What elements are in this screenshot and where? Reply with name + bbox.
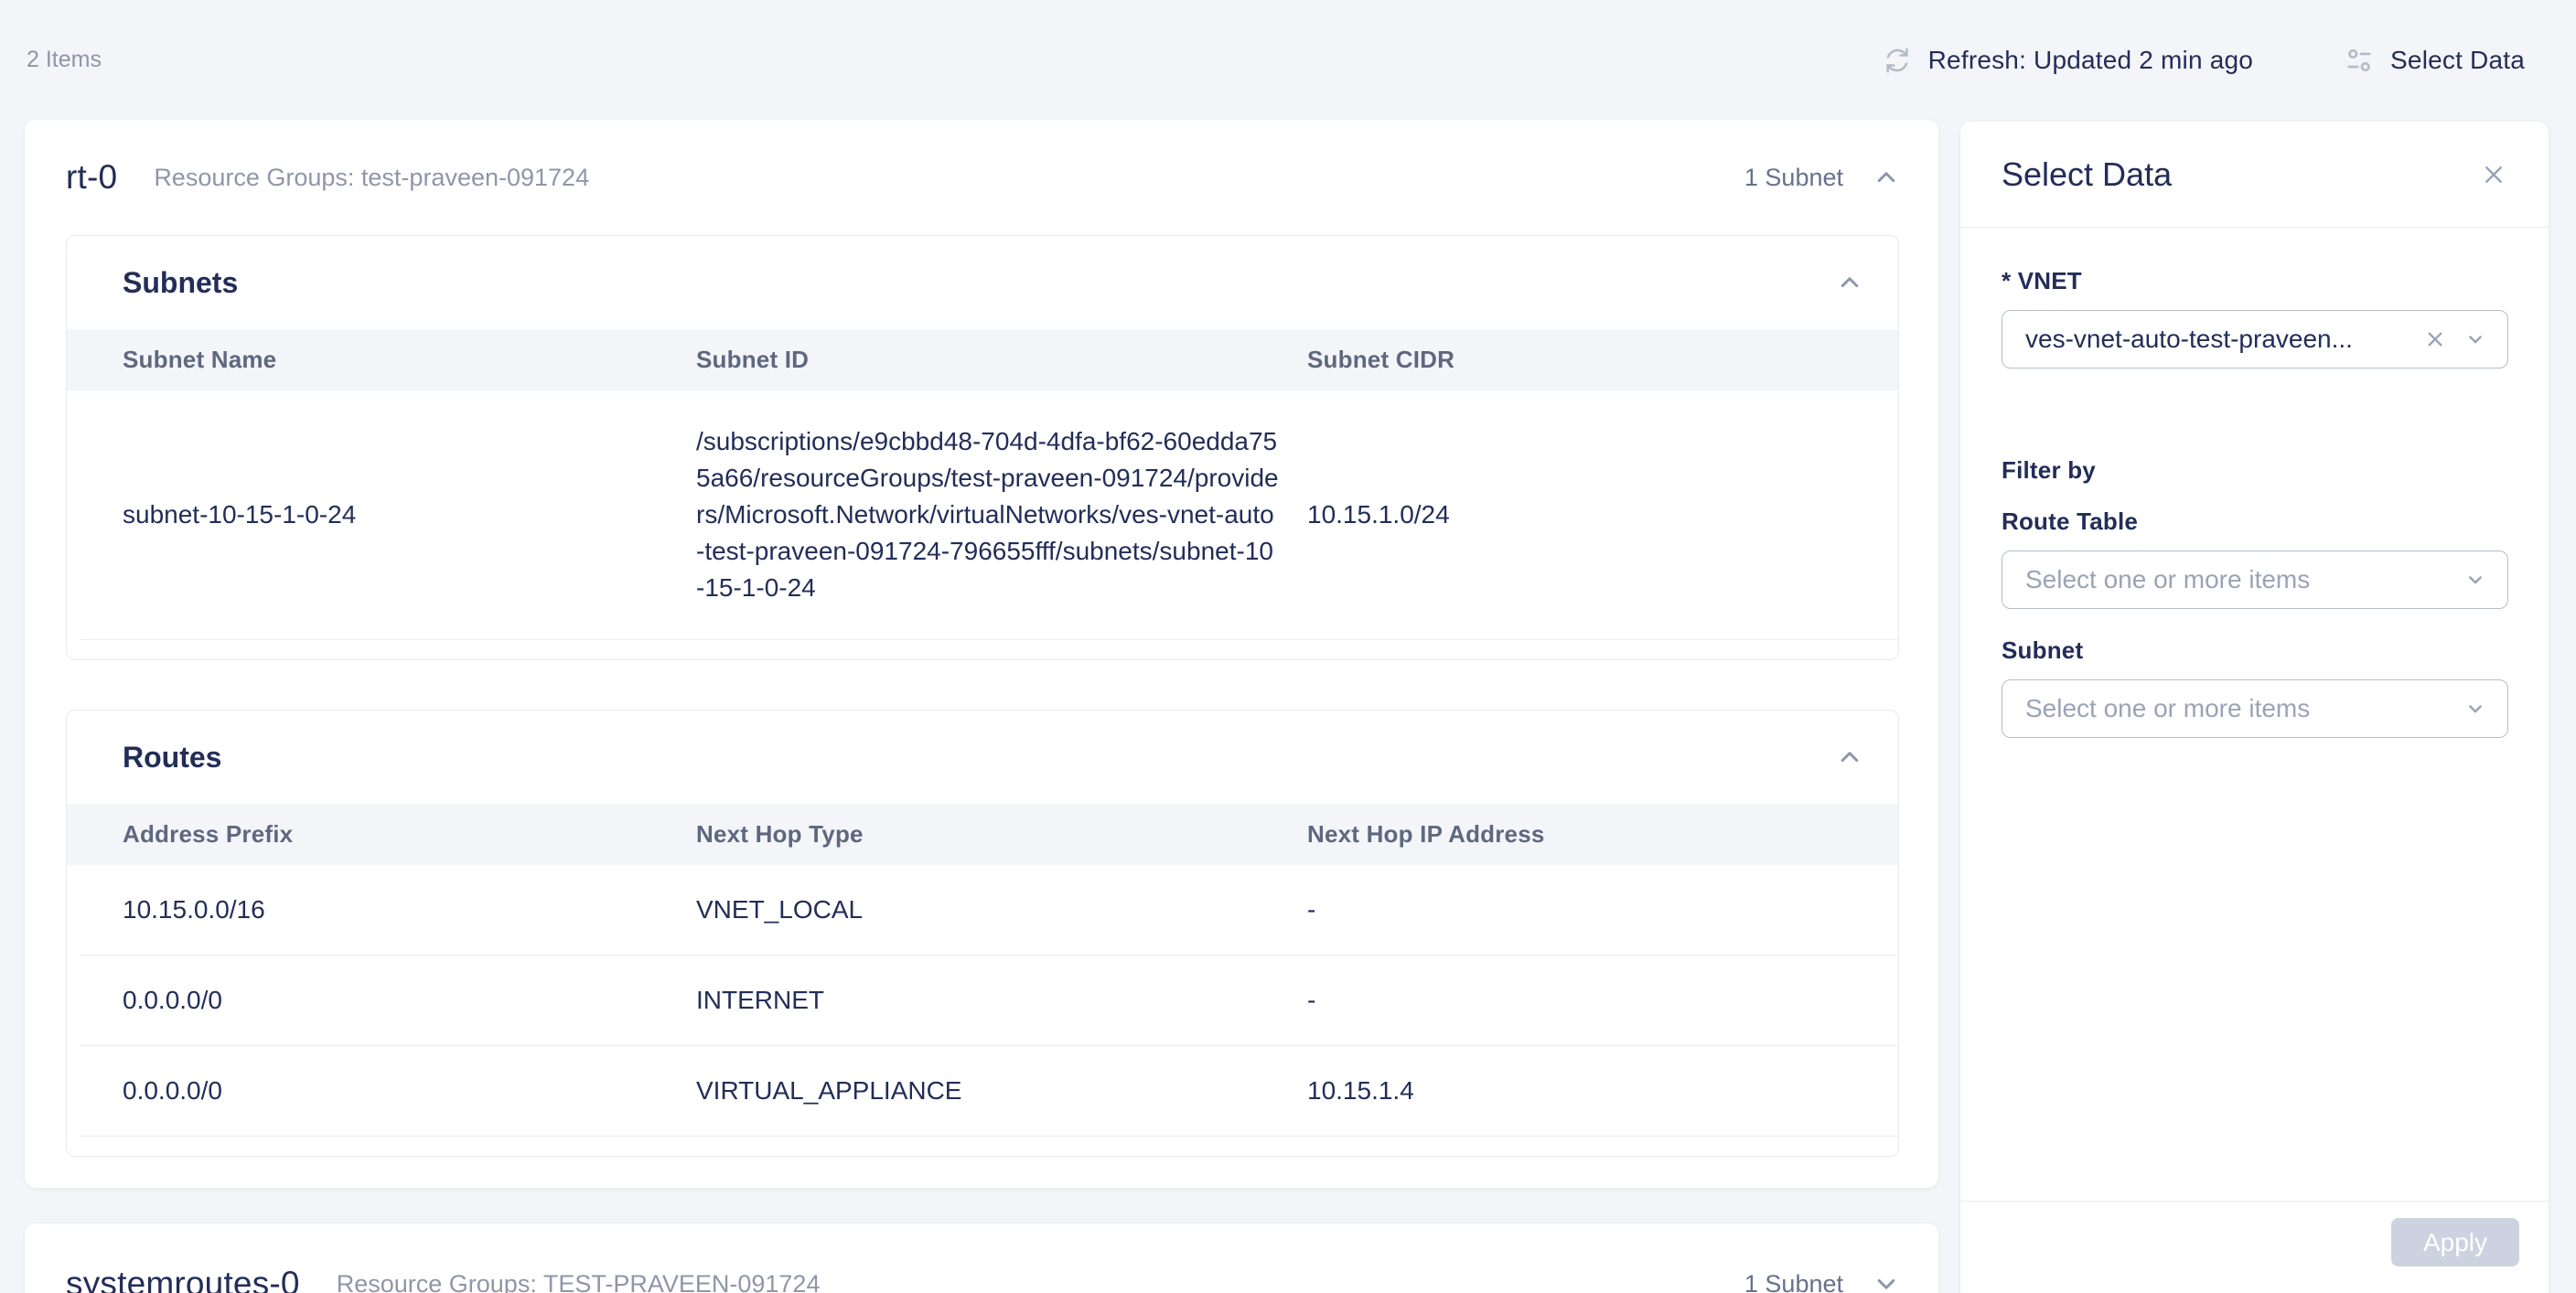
vnet-label: * VNET [2002,267,2508,295]
chevron-down-icon [2462,326,2489,353]
refresh-button[interactable]: Refresh: Updated 2 min ago [1881,44,2253,77]
address-prefix-cell: 0.0.0.0/0 [123,982,696,1019]
column-header-subnet-id: Subnet ID [696,346,1307,374]
subnet-select-placeholder: Select one or more items [2025,694,2462,723]
address-prefix-cell: 0.0.0.0/0 [123,1073,696,1109]
table-row: subnet-10-15-1-0-24 /subscriptions/e9cbb… [67,390,1898,639]
routes-section: Routes Address Prefix Next Hop Type [66,710,1899,1157]
column-header-subnet-cidr: Subnet CIDR [1307,346,1862,374]
table-row: 10.15.0.0/16 VNET_LOCAL - [80,865,1898,956]
address-prefix-cell: 10.15.0.0/16 [123,892,696,928]
card-subtitle: Resource Groups: test-praveen-091724 [154,164,1744,192]
panel-title: Select Data [2002,155,2172,194]
chevron-up-icon [1834,267,1865,298]
select-data-button[interactable]: Select Data [2343,44,2525,77]
clear-x-icon [2421,326,2449,353]
card-title: systemroutes-0 [66,1265,300,1293]
subnet-select[interactable]: Select one or more items [2002,679,2508,738]
filter-by-label: Filter by [2002,456,2508,485]
panel-header: Select Data [1960,122,2549,228]
chevron-down-icon [2462,695,2489,722]
route-table-card-rt-0: rt-0 Resource Groups: test-praveen-09172… [25,120,1938,1188]
next-hop-ip-cell: - [1307,982,1862,1019]
routes-section-header: Routes [67,711,1898,804]
main-layout: rt-0 Resource Groups: test-praveen-09172… [0,120,2576,1293]
subnets-section: Subnets Subnet Name Subnet ID Sub [66,235,1899,660]
vnet-select[interactable]: ves-vnet-auto-test-praveen... [2002,310,2508,369]
column-header-address-prefix: Address Prefix [123,820,696,849]
expand-card-button[interactable] [1871,1268,1902,1293]
subnet-count-badge: 1 Subnet [1744,164,1843,192]
topbar: 2 Items Refresh: Updated 2 min ago [0,0,2576,120]
subnets-table-header-row: Subnet Name Subnet ID Subnet CIDR [67,329,1898,390]
panel-body: * VNET ves-vnet-auto-test-praveen... [1960,228,2549,738]
card-header: systemroutes-0 Resource Groups: TEST-PRA… [25,1224,1938,1293]
column-header-next-hop-type: Next Hop Type [696,820,1307,849]
next-hop-ip-cell: 10.15.1.4 [1307,1073,1862,1109]
select-data-panel: Select Data * VNET ves-vnet-auto-test-pr… [1960,122,2549,1293]
subnet-cidr-cell: 10.15.1.0/24 [1307,497,1862,533]
items-count: 2 Items [27,47,102,73]
route-table-label: Route Table [2002,508,2508,536]
close-panel-button[interactable] [2479,160,2508,189]
next-hop-type-cell: VNET_LOCAL [696,892,1307,928]
subnet-id-cell: /subscriptions/e9cbbd48-704d-4dfa-bf62-6… [696,423,1307,606]
column-header-subnet-name: Subnet Name [123,346,696,374]
collapse-subnets-button[interactable] [1834,267,1865,298]
subnets-section-header: Subnets [67,236,1898,329]
sliders-icon [2343,44,2376,77]
next-hop-type-cell: INTERNET [696,982,1307,1019]
refresh-label: Refresh: Updated 2 min ago [1928,46,2253,75]
collapse-card-button[interactable] [1871,162,1902,193]
refresh-icon [1881,44,1914,77]
close-icon [2479,160,2508,189]
panel-footer: Apply [1960,1201,2549,1266]
route-table-card-systemroutes-0: systemroutes-0 Resource Groups: TEST-PRA… [25,1224,1938,1293]
collapse-routes-button[interactable] [1834,742,1865,773]
column-header-next-hop-ip: Next Hop IP Address [1307,820,1862,849]
select-data-label: Select Data [2390,46,2525,75]
next-hop-type-cell: VIRTUAL_APPLIANCE [696,1073,1307,1109]
routes-table-header-row: Address Prefix Next Hop Type Next Hop IP… [67,804,1898,865]
clear-vnet-button[interactable] [2421,326,2449,353]
table-row: 0.0.0.0/0 VIRTUAL_APPLIANCE 10.15.1.4 [80,1046,1898,1137]
route-table-select-placeholder: Select one or more items [2025,565,2462,594]
subnet-label: Subnet [2002,636,2508,665]
card-subtitle: Resource Groups: TEST-PRAVEEN-091724 [337,1270,1744,1293]
route-table-list: rt-0 Resource Groups: test-praveen-09172… [25,120,1938,1293]
chevron-down-icon [2462,566,2489,593]
subnets-section-title: Subnets [123,266,238,300]
table-row: 0.0.0.0/0 INTERNET - [80,956,1898,1046]
card-title: rt-0 [66,158,117,197]
subnet-count-badge: 1 Subnet [1744,1270,1843,1293]
vnet-select-value: ves-vnet-auto-test-praveen... [2025,325,2421,354]
chevron-up-icon [1871,162,1902,193]
routes-section-title: Routes [123,741,221,775]
page: 2 Items Refresh: Updated 2 min ago [0,0,2576,1293]
chevron-up-icon [1834,742,1865,773]
card-header: rt-0 Resource Groups: test-praveen-09172… [25,120,1938,235]
route-table-select[interactable]: Select one or more items [2002,550,2508,609]
subnet-name-cell: subnet-10-15-1-0-24 [123,497,696,533]
next-hop-ip-cell: - [1307,892,1862,928]
topbar-actions: Refresh: Updated 2 min ago Select Data [1881,44,2525,77]
apply-button[interactable]: Apply [2391,1218,2519,1266]
chevron-down-icon [1871,1268,1902,1293]
